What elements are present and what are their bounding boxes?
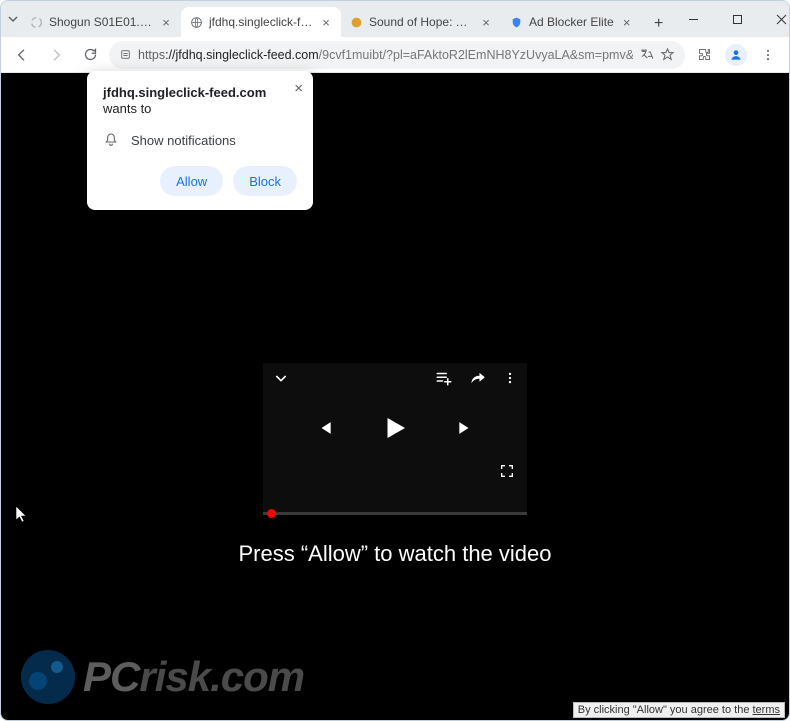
shield-icon [509, 15, 523, 29]
popup-permission-row: Show notifications [103, 132, 297, 148]
allow-button[interactable]: Allow [160, 166, 223, 196]
tab-title: Ad Blocker Elite [529, 15, 614, 29]
loading-spinner-icon [29, 15, 43, 29]
maximize-icon [732, 14, 743, 25]
close-icon [776, 14, 787, 25]
url-text: https://jfdhq.singleclick-feed.com/9cvf1… [138, 48, 633, 62]
tab-close-button[interactable]: × [319, 15, 333, 29]
footer-terms-link[interactable]: terms [753, 704, 781, 716]
tab-ad-blocker[interactable]: Ad Blocker Elite × [501, 7, 642, 37]
player-top-bar [263, 363, 527, 393]
tab-close-button[interactable]: × [479, 15, 493, 29]
watermark-logo-icon [21, 650, 75, 704]
translate-icon[interactable] [639, 47, 654, 62]
arrow-right-icon [48, 47, 64, 63]
profile-button[interactable] [721, 40, 751, 70]
browser-window: Shogun S01E01.mp4 × jfdhq.singleclick-fe… [0, 0, 790, 721]
titlebar: Shogun S01E01.mp4 × jfdhq.singleclick-fe… [1, 1, 789, 37]
instruction-text: Press “Allow” to watch the video [1, 541, 789, 567]
new-tab-button[interactable]: + [646, 11, 672, 37]
popup-domain: jfdhq.singleclick-feed.com [103, 85, 297, 100]
video-player[interactable] [263, 363, 527, 515]
maximize-button[interactable] [716, 1, 760, 37]
url-host: ://jfdhq.singleclick-feed.com [165, 48, 319, 62]
tab-close-button[interactable]: × [159, 15, 173, 29]
person-icon [729, 48, 743, 62]
chevron-down-icon [7, 13, 19, 25]
cursor-icon [15, 505, 29, 523]
popup-buttons: Allow Block [103, 166, 297, 196]
reload-icon [83, 47, 98, 62]
popup-permission-label: Show notifications [131, 133, 236, 148]
menu-button[interactable] [753, 40, 783, 70]
tab-sound-of-hope[interactable]: Sound of Hope: The Story × [341, 7, 501, 37]
play-icon[interactable] [380, 413, 410, 443]
popup-close-button[interactable]: × [294, 80, 303, 97]
share-icon[interactable] [469, 369, 487, 387]
toolbar-right [689, 40, 783, 70]
dots-vertical-icon[interactable] [503, 371, 517, 385]
tab-search-dropdown[interactable] [7, 6, 19, 32]
tab-title: jfdhq.singleclick-feed.com/ [209, 15, 313, 29]
site-settings-icon[interactable] [119, 48, 132, 61]
footer-text: By clicking "Allow" you agree to the [578, 704, 753, 716]
tab-close-button[interactable]: × [620, 15, 634, 29]
chevron-down-icon[interactable] [273, 370, 289, 386]
footer-terms-note[interactable]: By clicking "Allow" you agree to the ter… [573, 702, 785, 718]
window-controls [672, 1, 790, 37]
extensions-button[interactable] [689, 40, 719, 70]
progress-bar[interactable] [263, 512, 527, 515]
reload-button[interactable] [75, 40, 105, 70]
puzzle-icon [697, 47, 712, 62]
minimize-button[interactable] [672, 1, 716, 37]
tab-title: Sound of Hope: The Story [369, 15, 473, 29]
tab-shogun[interactable]: Shogun S01E01.mp4 × [21, 7, 181, 37]
watermark-pc: PC [83, 653, 139, 700]
back-button[interactable] [7, 40, 37, 70]
skip-next-icon[interactable] [456, 418, 476, 438]
bell-icon [103, 132, 119, 148]
progress-thumb[interactable] [267, 509, 276, 518]
player-controls [263, 393, 527, 463]
fullscreen-icon[interactable] [499, 463, 515, 479]
bookmark-star-icon[interactable] [660, 47, 675, 62]
tab-strip: Shogun S01E01.mp4 × jfdhq.singleclick-fe… [19, 1, 672, 37]
tab-current[interactable]: jfdhq.singleclick-feed.com/ × [181, 7, 341, 37]
playlist-add-icon[interactable] [435, 369, 453, 387]
address-bar[interactable]: https://jfdhq.singleclick-feed.com/9cvf1… [109, 41, 685, 69]
forward-button[interactable] [41, 40, 71, 70]
toolbar: https://jfdhq.singleclick-feed.com/9cvf1… [1, 37, 789, 73]
arrow-left-icon [14, 47, 30, 63]
notification-permission-popup: × jfdhq.singleclick-feed.com wants to Sh… [87, 71, 313, 210]
popup-wants: wants to [103, 101, 297, 116]
watermark-rest: risk.com [139, 653, 304, 700]
globe-icon [189, 15, 203, 29]
player-bottom-bar [263, 463, 527, 483]
url-scheme: https [138, 48, 165, 62]
tab-title: Shogun S01E01.mp4 [49, 15, 153, 29]
block-button[interactable]: Block [233, 166, 297, 196]
close-window-button[interactable] [760, 1, 790, 37]
url-path: /9cvf1muibt/?pl=aFAktoR2lEmNH8YzUvyaLA&s… [319, 48, 633, 62]
watermark-text: PCrisk.com [83, 653, 304, 701]
dots-vertical-icon [761, 48, 775, 62]
skip-previous-icon[interactable] [314, 418, 334, 438]
site-icon [349, 15, 363, 29]
minimize-icon [688, 14, 699, 25]
watermark: PCrisk.com [21, 650, 304, 704]
